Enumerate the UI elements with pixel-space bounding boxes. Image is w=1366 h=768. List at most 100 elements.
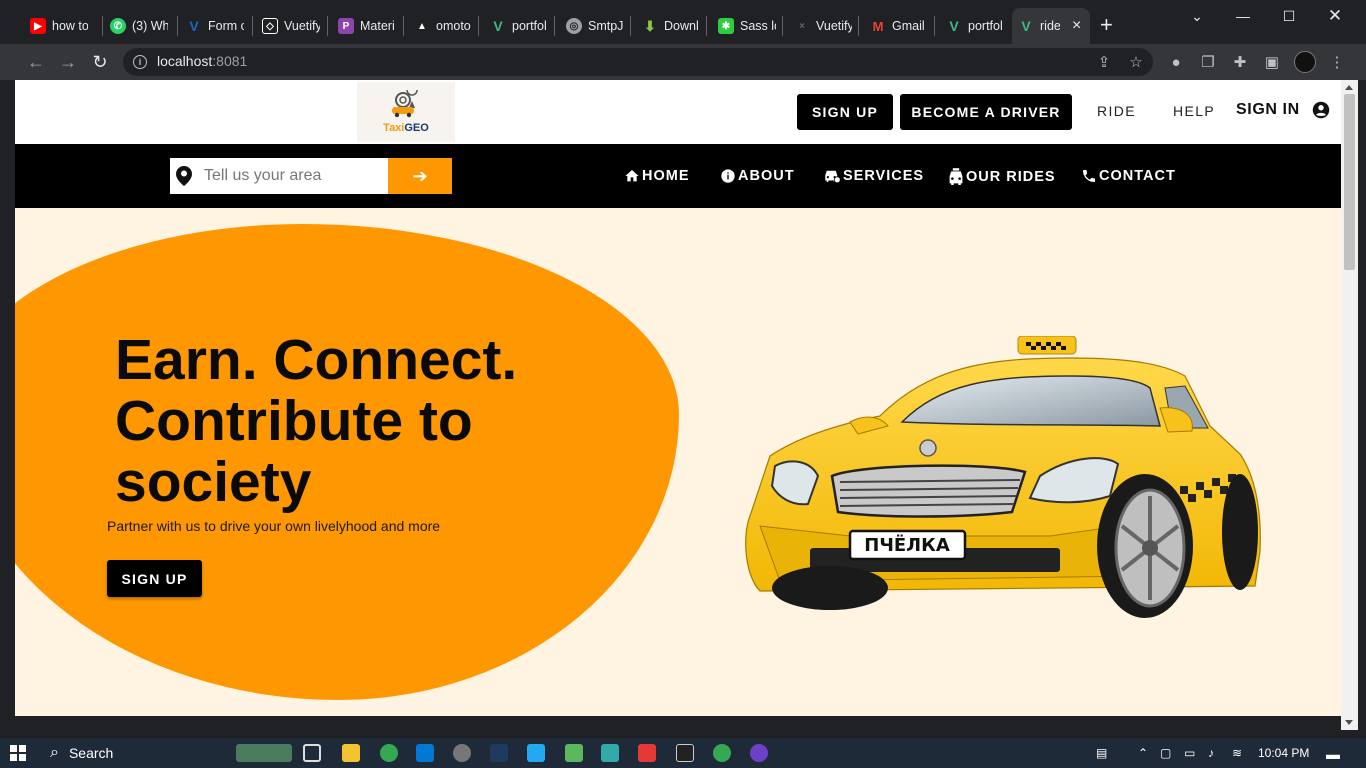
close-tab-icon[interactable]: × xyxy=(1072,17,1081,35)
browser-tab[interactable]: ✱ Sass lo xyxy=(712,10,782,42)
tab-divider xyxy=(630,16,631,36)
address-bar[interactable]: i localhost:8081 xyxy=(123,48,1153,76)
page-scrollbar[interactable] xyxy=(1341,80,1358,730)
browser-tab[interactable]: ◎ SmtpJS xyxy=(560,10,630,42)
store-icon[interactable] xyxy=(416,744,434,762)
reload-icon[interactable]: ↻ xyxy=(88,50,112,74)
browser-tab[interactable]: V portfol xyxy=(940,10,1009,42)
ride-link[interactable]: RIDE xyxy=(1097,103,1136,119)
windows-start-icon[interactable] xyxy=(10,745,26,761)
tab-search-icon[interactable]: ⌄ xyxy=(1174,4,1220,28)
taxi-car-image: ПЧЁЛКА xyxy=(745,336,1261,618)
camera-icon[interactable]: ▢ xyxy=(1160,746,1171,760)
nav-services[interactable]: SERVICES xyxy=(823,168,924,184)
globe-icon: ◎ xyxy=(566,18,582,34)
scrollbar-thumb[interactable] xyxy=(1344,94,1355,270)
youtube-icon: ▶ xyxy=(30,18,46,34)
pycharm-icon[interactable] xyxy=(676,744,694,762)
help-link[interactable]: HELP xyxy=(1173,103,1215,119)
file-explorer-icon[interactable] xyxy=(342,744,360,762)
search-highlight-image xyxy=(236,744,292,762)
upload-app-icon[interactable] xyxy=(490,744,508,762)
logo-text-geo: GEO xyxy=(404,122,429,134)
tab-divider xyxy=(252,16,253,36)
close-window-icon[interactable]: ✕ xyxy=(1312,4,1358,28)
site-info-icon[interactable]: i xyxy=(133,55,147,69)
hero-signup-button[interactable]: SIGN UP xyxy=(107,560,202,597)
vue-icon: V xyxy=(949,18,959,34)
volume-icon[interactable]: ♪ xyxy=(1208,746,1214,760)
logo-wordmark: TaxiGEO xyxy=(383,122,429,134)
nav-services-label: SERVICES xyxy=(843,168,925,184)
chrome-taskbar-icon[interactable] xyxy=(380,744,398,762)
area-search-input[interactable] xyxy=(204,167,374,185)
tray-chevron-icon[interactable]: ⌃ xyxy=(1138,746,1148,760)
search-icon: ⌕ xyxy=(50,744,59,761)
puzzle-extensions-icon[interactable]: ✚ xyxy=(1231,53,1249,71)
forward-icon[interactable]: → xyxy=(56,50,80,74)
vscode-icon[interactable] xyxy=(527,744,545,762)
sidebar-icon[interactable]: ▣ xyxy=(1263,53,1281,71)
nav-our-rides[interactable]: OUR RIDES xyxy=(948,168,1056,186)
share-icon[interactable]: ⇪ xyxy=(1095,53,1113,71)
tab-title: Downl xyxy=(664,19,699,33)
tab-divider xyxy=(554,16,555,36)
browser-tab[interactable]: P Materi xyxy=(332,10,401,42)
copy-icon[interactable]: ❐ xyxy=(1199,53,1217,71)
browser-tab[interactable]: V portfol xyxy=(484,10,553,42)
area-search xyxy=(170,158,388,194)
nav-contact[interactable]: CONTACT xyxy=(1081,168,1176,184)
page-viewport: TaxiGEO SIGN UP BECOME A DRIVER RIDE HEL… xyxy=(15,80,1341,716)
github-desktop-icon[interactable] xyxy=(750,744,768,762)
browser-tab[interactable]: M Gmail xyxy=(864,10,931,42)
site-header: TaxiGEO SIGN UP BECOME A DRIVER RIDE HEL… xyxy=(15,80,1341,144)
taskbar-clock[interactable]: 10:04 PM xyxy=(1258,746,1309,760)
hero-headline: Earn. Connect. Contribute to society xyxy=(115,330,635,513)
codepen-icon: ◇ xyxy=(262,18,278,34)
signin-link[interactable]: SIGN IN xyxy=(1236,101,1330,119)
nav-contact-label: CONTACT xyxy=(1099,168,1176,184)
profile-avatar[interactable] xyxy=(1294,51,1316,73)
browser-tab[interactable]: ⬇ Downl xyxy=(636,10,705,42)
app-icon[interactable] xyxy=(565,744,583,762)
tab-title: Form c xyxy=(208,19,244,33)
scroll-down-icon[interactable] xyxy=(1345,720,1353,725)
tab-title: portfol xyxy=(968,19,1003,33)
back-icon[interactable]: ← xyxy=(24,50,48,74)
maximize-icon[interactable]: ☐ xyxy=(1266,4,1312,28)
new-tab-button[interactable]: + xyxy=(1100,14,1113,36)
become-driver-button[interactable]: BECOME A DRIVER xyxy=(900,94,1072,130)
tab-title: SmtpJS xyxy=(588,19,624,33)
keyboard-icon[interactable]: ▤ xyxy=(1096,746,1107,760)
chrome-active-icon[interactable] xyxy=(713,744,731,762)
wps-icon[interactable] xyxy=(638,744,656,762)
obs-icon[interactable] xyxy=(453,744,471,762)
photos-icon[interactable] xyxy=(601,744,619,762)
tab-title: Gmail xyxy=(892,19,925,33)
nav-home[interactable]: HOME xyxy=(624,168,690,184)
browser-tab[interactable]: ▶ how to xyxy=(24,10,94,42)
vue-icon: V xyxy=(1021,18,1031,34)
more-menu-icon[interactable]: ⋮ xyxy=(1328,53,1346,71)
header-signup-button[interactable]: SIGN UP xyxy=(797,94,893,130)
browser-tab[interactable]: V Form c xyxy=(180,10,250,42)
site-logo[interactable]: TaxiGEO xyxy=(357,82,455,142)
browser-tab[interactable]: ▲ omoto xyxy=(408,10,477,42)
license-plate-text: ПЧЁЛКА xyxy=(864,534,950,556)
extension-icon[interactable]: ● xyxy=(1167,53,1185,71)
notifications-icon[interactable]: ▬ xyxy=(1326,746,1340,762)
scroll-up-icon[interactable] xyxy=(1345,85,1353,90)
browser-tab[interactable]: × Vuetify xyxy=(788,10,858,42)
minimize-icon[interactable]: — xyxy=(1220,4,1266,28)
materialize-icon: P xyxy=(338,18,354,34)
battery-icon[interactable]: ▭ xyxy=(1184,746,1195,760)
headline-line-3: society xyxy=(115,450,312,514)
search-submit-button[interactable]: ➔ xyxy=(388,158,452,194)
wifi-icon[interactable]: ≋ xyxy=(1232,746,1242,760)
browser-tab[interactable]: ◇ Vuetify xyxy=(256,10,326,42)
task-view-icon[interactable] xyxy=(303,744,321,762)
browser-tab[interactable]: ✆ (3) Wh xyxy=(104,10,174,42)
browser-tab-active[interactable]: V ride × xyxy=(1012,8,1090,44)
bookmark-star-icon[interactable]: ☆ xyxy=(1127,53,1145,71)
nav-about[interactable]: ABOUT xyxy=(720,168,795,184)
